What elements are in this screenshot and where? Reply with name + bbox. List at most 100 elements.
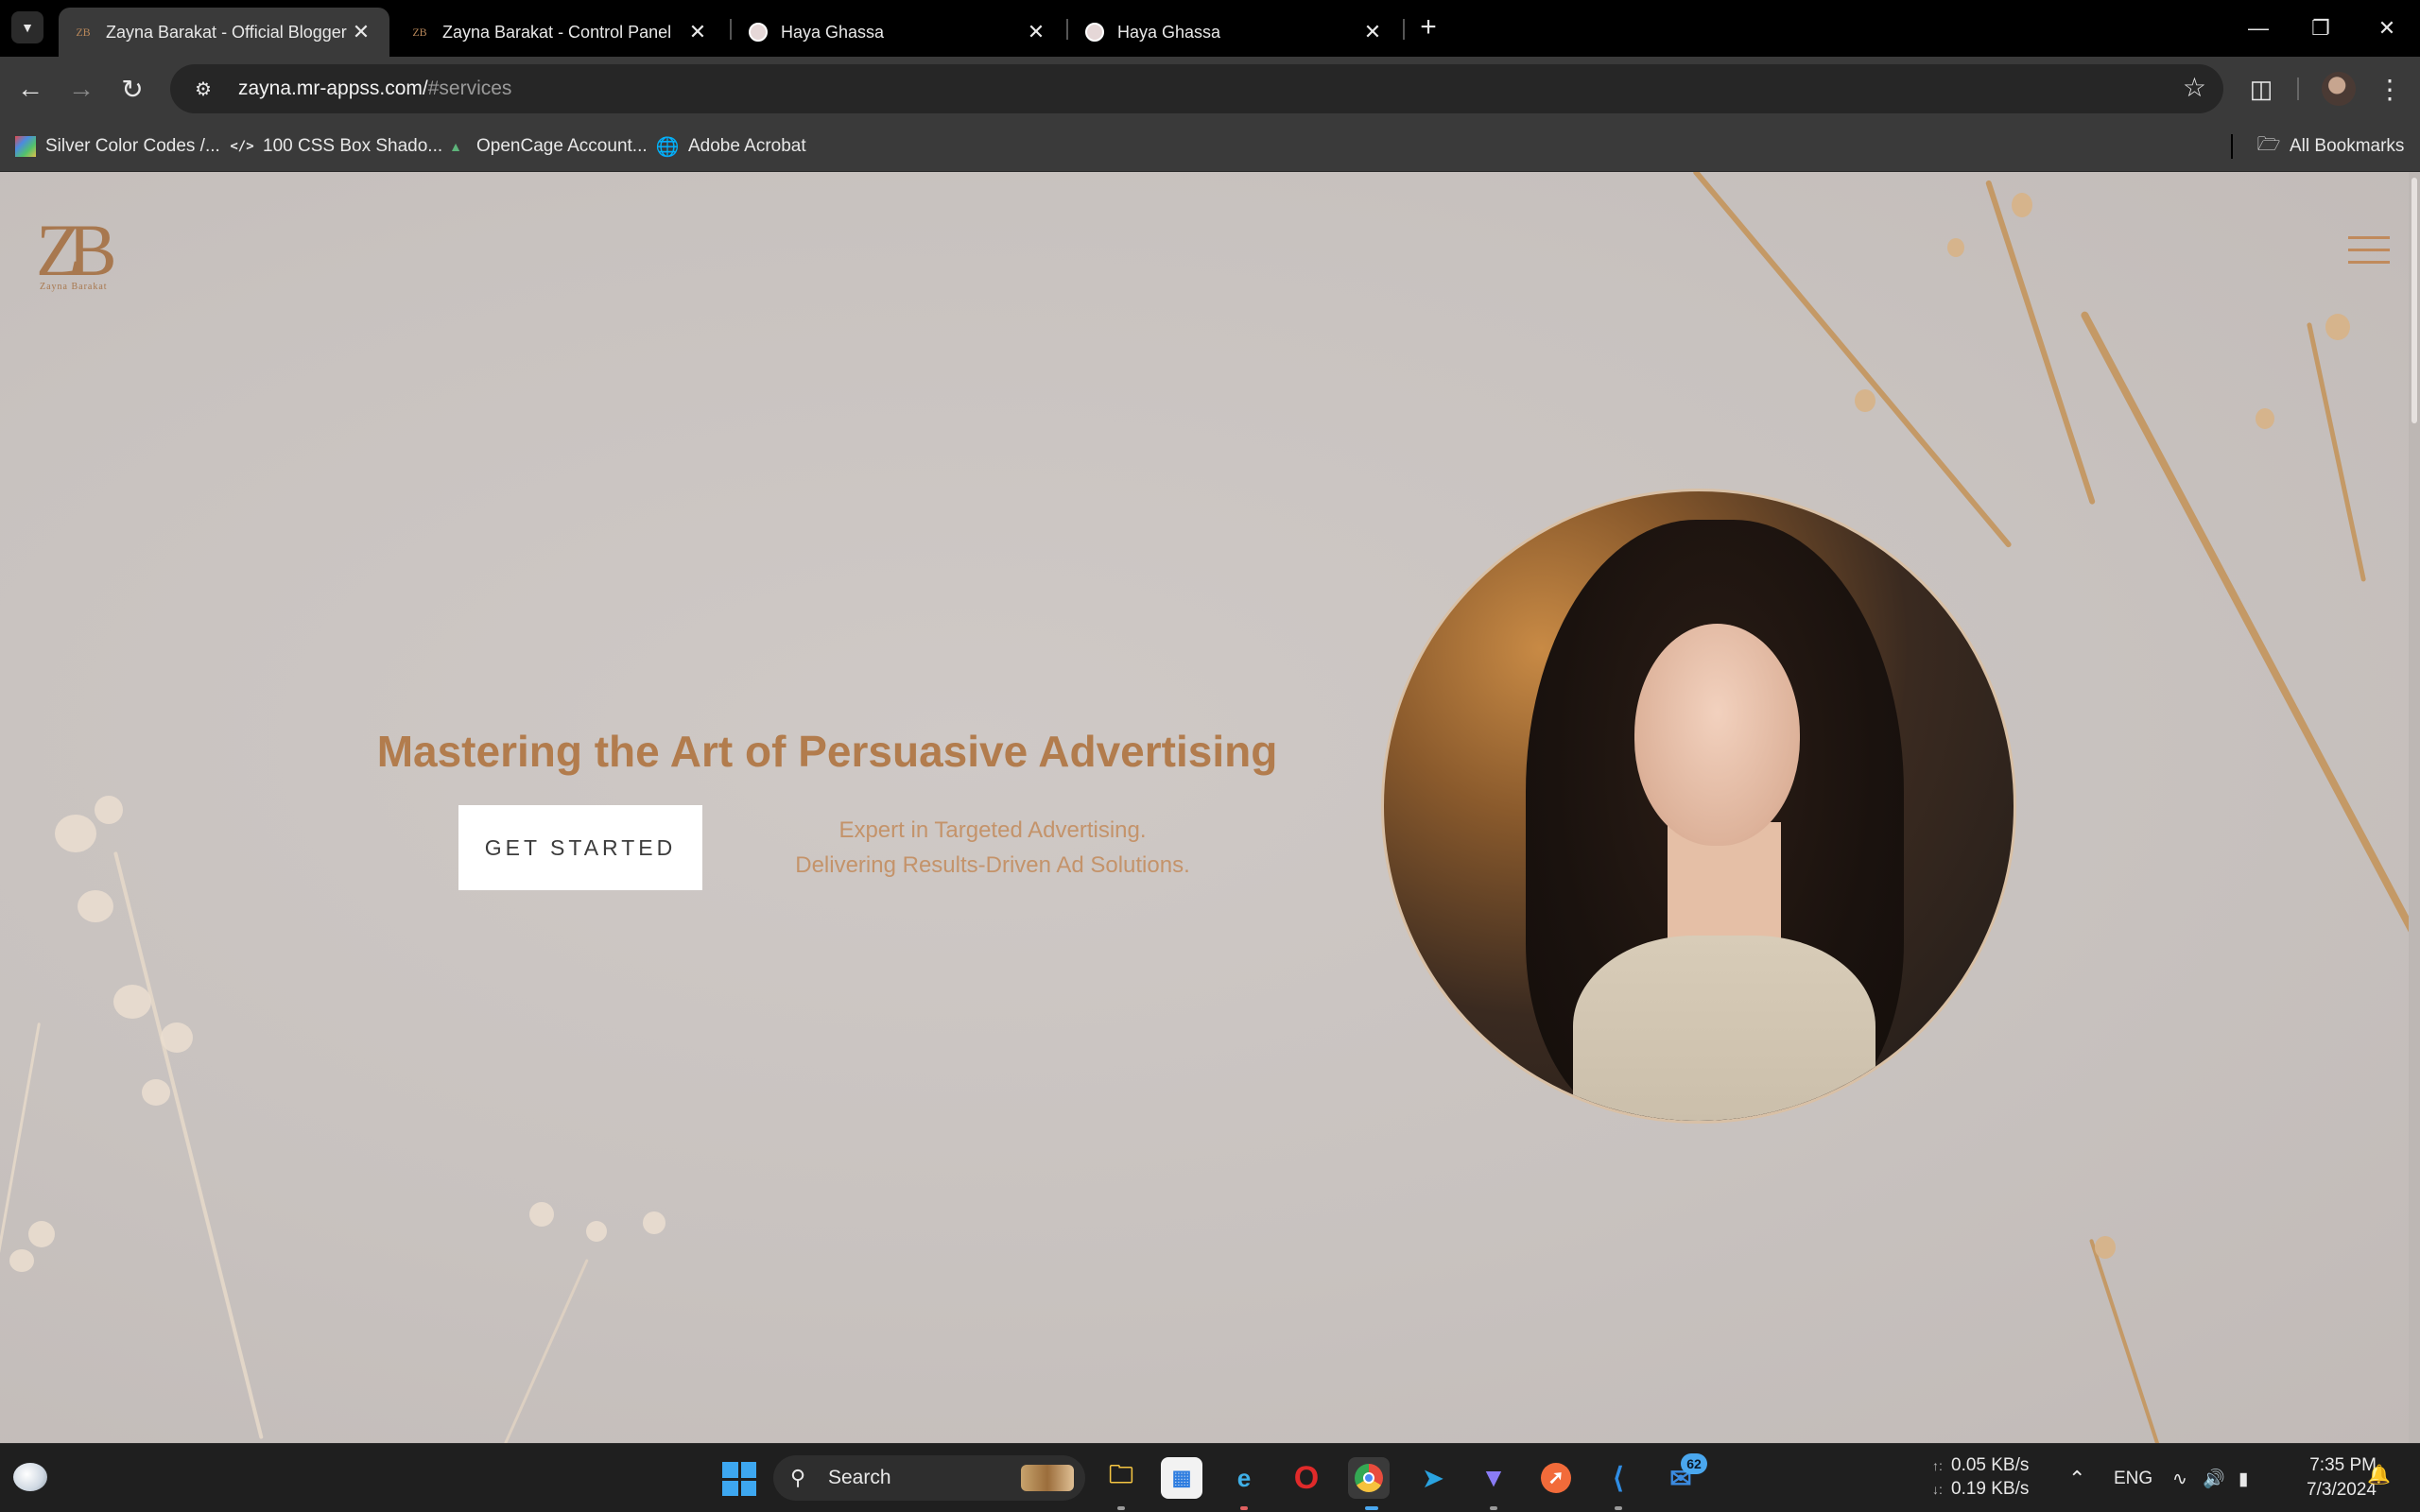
reload-icon[interactable]: ↻ (112, 68, 153, 110)
site-settings-icon[interactable]: ⚙ (180, 70, 227, 108)
close-icon[interactable]: ✕ (1359, 20, 1386, 44)
get-started-button[interactable]: GET STARTED (458, 805, 702, 890)
decorative-branch (113, 851, 264, 1439)
decorative-bud (2095, 1236, 2116, 1259)
hamburger-line (2348, 236, 2390, 239)
tab-zayna-control-panel[interactable]: ZB Zayna Barakat - Control Panel ✕ (395, 8, 726, 57)
url-text[interactable]: zayna.mr-appss.com/#services (238, 77, 511, 100)
url-path: #services (427, 77, 512, 99)
edge-icon[interactable]: e (1223, 1457, 1265, 1499)
decorative-branch (2307, 321, 2367, 582)
notification-bell-icon[interactable]: 🔔 (2367, 1463, 2391, 1486)
language-indicator[interactable]: ENG (2114, 1463, 2152, 1495)
tab-separator (730, 19, 732, 40)
bookmark-star-icon[interactable]: ☆ (2183, 72, 2206, 103)
telegram-icon[interactable]: ➤ (1412, 1457, 1454, 1499)
microsoft-store-icon[interactable]: ▦ (1161, 1457, 1202, 1499)
browser-menu-icon[interactable]: ⋮ (2371, 70, 2409, 108)
decorative-flower (161, 1022, 193, 1053)
hamburger-line (2348, 249, 2390, 251)
system-clock[interactable]: 7:35 PM 7/3/2024 (2278, 1453, 2377, 1503)
battery-icon[interactable]: ▮ (2238, 1463, 2248, 1495)
decorative-flower (142, 1079, 170, 1106)
opera-icon[interactable]: O (1286, 1457, 1327, 1499)
search-label: Search (828, 1467, 891, 1488)
minimize-icon[interactable]: — (2225, 0, 2291, 57)
chrome-icon[interactable] (1348, 1457, 1390, 1499)
scrollbar-thumb[interactable] (2411, 178, 2417, 423)
decorative-flower (95, 796, 123, 824)
tab-haya-ghassa[interactable]: Haya Ghassa ✕ (734, 8, 1064, 57)
extensions-icon[interactable]: ◫ (2242, 70, 2280, 108)
wifi-icon[interactable]: ∿ (2172, 1463, 2187, 1495)
map-icon: ▲ (449, 139, 462, 154)
web-page: ZB Zayna Barakat Mastering the Art of Pe… (0, 172, 2409, 1443)
zb-favicon-icon: ZB (412, 25, 427, 39)
tab-haya-ghassa-2[interactable]: Haya Ghassa ✕ (1070, 8, 1401, 57)
running-indicator (1117, 1506, 1125, 1510)
hero-headline: Mastering the Art of Persuasive Advertis… (376, 727, 1278, 776)
tab-zayna-blogger[interactable]: ZB Zayna Barakat - Official Blogger ✕ (59, 8, 389, 57)
decorative-flower (28, 1221, 55, 1247)
show-hidden-icons-chevron-icon[interactable]: ⌃ (2068, 1463, 2085, 1495)
bookmark-opencage[interactable]: ▲ OpenCage Account... (444, 121, 648, 172)
all-bookmarks-folder[interactable]: 🗁 All Bookmarks (2257, 121, 2405, 172)
forward-icon[interactable]: → (60, 68, 102, 110)
tab-strip: ▼ ZB Zayna Barakat - Official Blogger ✕ … (0, 0, 2420, 57)
bookmark-adobe-acrobat[interactable]: 🌐 Adobe Acrobat (656, 121, 806, 172)
tab-title: Haya Ghassa (781, 22, 885, 42)
tab-search-icon[interactable]: ▼ (11, 11, 43, 43)
hero-tagline: Expert in Targeted Advertising. Deliveri… (718, 813, 1267, 883)
hamburger-line (2348, 261, 2390, 264)
weather-icon[interactable] (13, 1463, 47, 1491)
taskbar-search[interactable]: ⚲ Search (773, 1455, 1085, 1501)
windows-start-icon[interactable] (722, 1462, 756, 1496)
clock-time: 7:35 PM (2309, 1455, 2377, 1475)
logo-mark: ZB (36, 209, 117, 291)
close-icon[interactable]: ✕ (1023, 20, 1049, 44)
new-tab-icon[interactable]: + (1412, 11, 1444, 43)
search-icon: ⚲ (790, 1466, 806, 1489)
hamburger-menu-icon[interactable] (2348, 236, 2390, 266)
chrome-logo (1355, 1464, 1383, 1492)
site-logo[interactable]: ZB Zayna Barakat (36, 214, 127, 295)
vscode-icon[interactable]: ⟨ (1598, 1457, 1639, 1499)
decorative-branch (0, 1022, 41, 1415)
decorative-bud (2012, 193, 2032, 217)
close-icon[interactable]: ✕ (684, 20, 711, 44)
profile-avatar[interactable] (2322, 72, 2356, 106)
running-indicator (1615, 1506, 1622, 1510)
volume-icon[interactable]: 🔊 (2203, 1463, 2225, 1495)
bookmark-css-box-shadows[interactable]: </> 100 CSS Box Shado... (230, 121, 442, 172)
back-icon[interactable]: ← (9, 68, 51, 110)
windows-taskbar: ⚲ Search 🗀 ▦ e O ➤ ▼ ➚ ⟨ ✉ 62 ↑: 0.05 KB/… (0, 1443, 2420, 1512)
tab-separator (1403, 19, 1405, 40)
search-highlight-icon (1021, 1465, 1074, 1491)
decorative-branch (2089, 1238, 2160, 1443)
toolbar-separator (2297, 77, 2299, 100)
download-arrow-icon: ↓: (1932, 1481, 1943, 1497)
tab-separator (1066, 19, 1068, 40)
tab-title: Zayna Barakat - Official Blogger (106, 22, 347, 42)
code-icon: </> (230, 139, 254, 154)
avatar-favicon-icon (1085, 23, 1104, 42)
address-bar[interactable]: ⚙ zayna.mr-appss.com/#services ☆ (170, 64, 2223, 113)
postman-icon[interactable]: ➚ (1535, 1457, 1577, 1499)
bookmark-label: Silver Color Codes /... (45, 136, 220, 156)
bookmark-label: Adobe Acrobat (688, 136, 806, 156)
window-close-icon[interactable]: ✕ (2354, 0, 2420, 57)
close-icon[interactable]: ✕ (348, 20, 374, 44)
bookmark-silver-color-codes[interactable]: Silver Color Codes /... (15, 121, 220, 172)
tagline-line-2: Delivering Results-Driven Ad Solutions. (795, 852, 1190, 878)
decorative-flower (55, 815, 96, 852)
bookmark-label: OpenCage Account... (476, 136, 648, 156)
restore-icon[interactable]: ❐ (2288, 0, 2354, 57)
clock-date: 7/3/2024 (2307, 1480, 2377, 1500)
all-bookmarks-label: All Bookmarks (2290, 136, 2405, 156)
browser-toolbar: ← → ↻ ⚙ zayna.mr-appss.com/#services ☆ ◫… (0, 57, 2420, 121)
network-speed-meter[interactable]: ↑: 0.05 KB/s ↓: 0.19 KB/s (1932, 1453, 2055, 1504)
proton-vpn-icon[interactable]: ▼ (1473, 1457, 1514, 1499)
tab-title: Zayna Barakat - Control Panel (442, 22, 672, 42)
file-explorer-icon[interactable]: 🗀 (1100, 1457, 1142, 1499)
profile-portrait (1381, 489, 2016, 1124)
